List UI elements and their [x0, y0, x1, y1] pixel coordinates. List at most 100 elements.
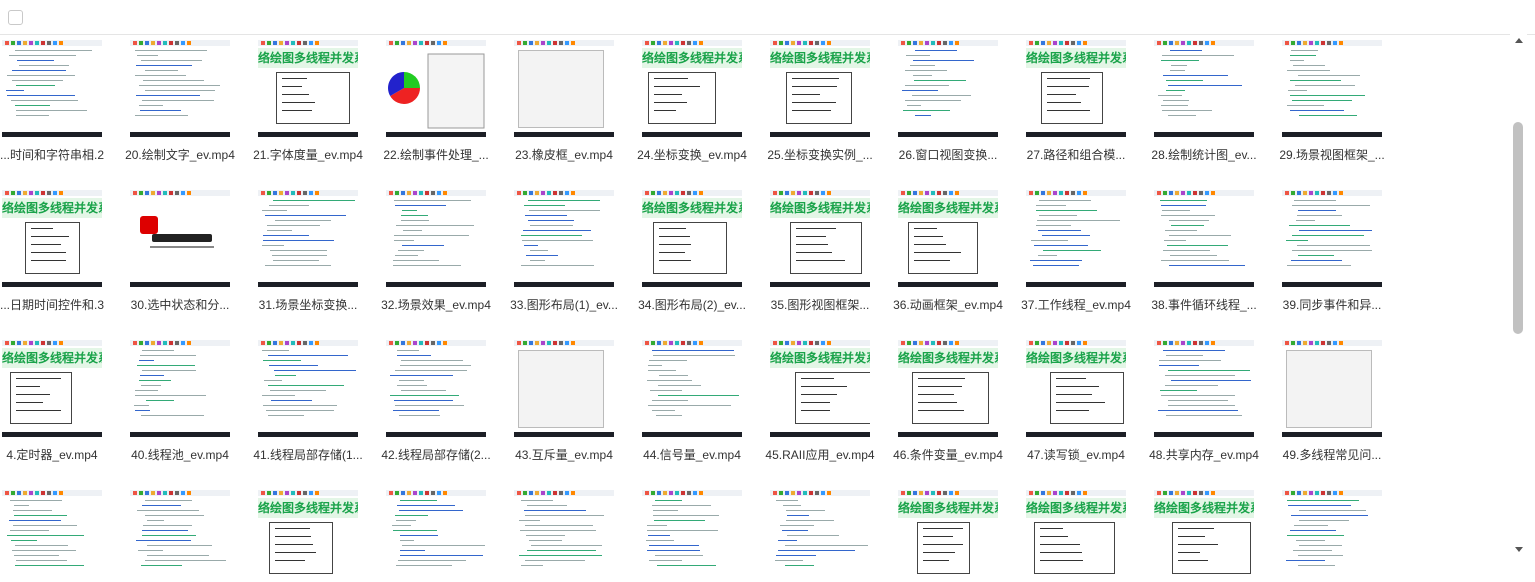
code-line: [401, 215, 428, 216]
video-filename[interactable]: 42.线程局部存储(2...: [371, 447, 501, 463]
video-filename[interactable]: 38.事件循环线程_...: [1139, 297, 1269, 313]
video-filename[interactable]: 45.RAII应用_ev.mp4: [755, 447, 885, 463]
video-filename[interactable]: 32.场景效果_ev.mp4: [371, 297, 501, 313]
video-filename[interactable]: 23.橡皮框_ev.mp4: [499, 147, 629, 163]
video-thumbnail[interactable]: [1282, 190, 1382, 287]
video-thumbnail[interactable]: [1282, 340, 1382, 437]
video-thumbnail[interactable]: [2, 490, 102, 582]
code-line: [905, 70, 947, 71]
video-thumbnail[interactable]: [130, 340, 230, 437]
code-line: [1171, 225, 1204, 226]
video-thumbnail[interactable]: 络绘图多线程并发系统编程: [1154, 490, 1254, 582]
video-filename[interactable]: 27.路径和组合模...: [1011, 147, 1141, 163]
video-thumbnail[interactable]: 络绘图多线程并发系统编程: [770, 40, 870, 137]
video-thumbnail[interactable]: 络绘图多线程并发系统编程: [642, 190, 742, 287]
video-thumbnail[interactable]: 络绘图多线程并发系统编程: [2, 190, 102, 287]
thumbnail-toolbar: [130, 340, 230, 346]
video-filename[interactable]: 49.多线程常见问...: [1267, 447, 1397, 463]
video-filename[interactable]: 26.窗口视图变换...: [883, 147, 1013, 163]
video-thumbnail[interactable]: 络绘图多线程并发系统编程: [258, 40, 358, 137]
video-filename[interactable]: 29.场景视图框架_...: [1267, 147, 1397, 163]
video-thumbnail[interactable]: [258, 190, 358, 287]
video-thumbnail[interactable]: 络绘图多线程并发系统编程: [642, 40, 742, 137]
video-filename[interactable]: 33.图形布局(1)_ev...: [499, 297, 629, 313]
video-filename[interactable]: 41.线程局部存储(1...: [243, 447, 373, 463]
thumbnail-toolbar: [514, 190, 614, 196]
slide-box: [908, 222, 978, 274]
code-line: [282, 110, 312, 111]
video-thumbnail[interactable]: 络绘图多线程并发系统编程: [898, 340, 998, 437]
video-filename[interactable]: 44.信号量_ev.mp4: [627, 447, 757, 463]
video-thumbnail[interactable]: [514, 190, 614, 287]
video-filename[interactable]: 4.定时器_ev.mp4: [0, 447, 117, 463]
video-filename[interactable]: 28.绘制统计图_ev...: [1139, 147, 1269, 163]
video-thumbnail[interactable]: [130, 490, 230, 582]
select-all-checkbox[interactable]: [8, 10, 23, 25]
video-thumbnail[interactable]: [2, 40, 102, 137]
video-thumbnail[interactable]: [386, 190, 486, 287]
scroll-thumb[interactable]: [1513, 122, 1523, 334]
video-thumbnail[interactable]: 络绘图多线程并发系统编程: [770, 190, 870, 287]
thumbnail-taskbar: [386, 432, 486, 437]
code-line: [918, 410, 964, 411]
code-line: [1047, 94, 1076, 95]
video-thumbnail[interactable]: [386, 40, 486, 137]
video-thumbnail[interactable]: [514, 340, 614, 437]
video-filename[interactable]: 37.工作线程_ev.mp4: [1011, 297, 1141, 313]
video-thumbnail[interactable]: 络绘图多线程并发系统编程: [1026, 40, 1126, 137]
video-filename[interactable]: 40.线程池_ev.mp4: [115, 447, 245, 463]
video-thumbnail[interactable]: 络绘图多线程并发系统编程: [258, 490, 358, 582]
thumbnail-toolbar: [770, 190, 870, 196]
video-thumbnail[interactable]: [258, 340, 358, 437]
code-line: [656, 415, 682, 416]
scroll-up-arrow-icon[interactable]: [1515, 38, 1523, 43]
video-thumbnail[interactable]: 络绘图多线程并发系统编程: [770, 340, 870, 437]
code-line: [135, 395, 206, 396]
video-filename[interactable]: 43.互斥量_ev.mp4: [499, 447, 629, 463]
video-filename[interactable]: 47.读写锁_ev.mp4: [1011, 447, 1141, 463]
video-thumbnail[interactable]: [898, 40, 998, 137]
vertical-scrollbar[interactable]: [1510, 34, 1527, 582]
video-thumbnail[interactable]: [130, 40, 230, 137]
video-thumbnail[interactable]: 络绘图多线程并发系统编程: [1026, 340, 1126, 437]
video-filename[interactable]: 2.时间和字符串相...: [0, 147, 114, 163]
logo-subline: [150, 246, 214, 248]
scroll-down-arrow-icon[interactable]: [1515, 547, 1523, 552]
code-line: [910, 65, 935, 66]
video-filename[interactable]: 34.图形布局(2)_ev...: [627, 297, 757, 313]
video-filename[interactable]: 46.条件变量_ev.mp4: [883, 447, 1013, 463]
video-filename[interactable]: 21.字体度量_ev.mp4: [243, 147, 373, 163]
video-filename[interactable]: 31.场景坐标变换...: [243, 297, 373, 313]
video-filename[interactable]: 25.坐标变换实例_...: [755, 147, 885, 163]
video-thumbnail[interactable]: [1026, 190, 1126, 287]
video-filename[interactable]: 48.共享内存_ev.mp4: [1139, 447, 1269, 463]
code-line: [1161, 60, 1199, 61]
code-line: [11, 540, 37, 541]
code-line: [394, 400, 453, 401]
video-filename[interactable]: 22.绘制事件处理_...: [371, 147, 501, 163]
video-thumbnail[interactable]: [386, 490, 486, 582]
video-filename[interactable]: 36.动画框架_ev.mp4: [883, 297, 1013, 313]
video-thumbnail[interactable]: [1282, 40, 1382, 137]
video-thumbnail[interactable]: [514, 40, 614, 137]
video-filename[interactable]: 24.坐标变换_ev.mp4: [627, 147, 757, 163]
video-thumbnail[interactable]: [642, 490, 742, 582]
video-thumbnail[interactable]: [1154, 340, 1254, 437]
video-thumbnail[interactable]: [130, 190, 230, 287]
video-thumbnail[interactable]: [770, 490, 870, 582]
video-filename[interactable]: 30.选中状态和分...: [115, 297, 245, 313]
video-thumbnail[interactable]: 络绘图多线程并发系统编程: [898, 490, 998, 582]
video-thumbnail[interactable]: [386, 340, 486, 437]
video-thumbnail[interactable]: [1282, 490, 1382, 582]
video-thumbnail[interactable]: [1154, 190, 1254, 287]
video-filename[interactable]: 3.日期时间控件和...: [0, 297, 114, 313]
video-filename[interactable]: 35.图形视图框架...: [755, 297, 885, 313]
video-thumbnail[interactable]: 络绘图多线程并发系统编程: [2, 340, 102, 437]
video-filename[interactable]: 20.绘制文字_ev.mp4: [115, 147, 245, 163]
video-thumbnail[interactable]: [1154, 40, 1254, 137]
video-thumbnail[interactable]: [514, 490, 614, 582]
video-thumbnail[interactable]: [642, 340, 742, 437]
video-thumbnail[interactable]: 络绘图多线程并发系统编程: [1026, 490, 1126, 582]
video-thumbnail[interactable]: 络绘图多线程并发系统编程: [898, 190, 998, 287]
video-filename[interactable]: 39.同步事件和异...: [1267, 297, 1397, 313]
